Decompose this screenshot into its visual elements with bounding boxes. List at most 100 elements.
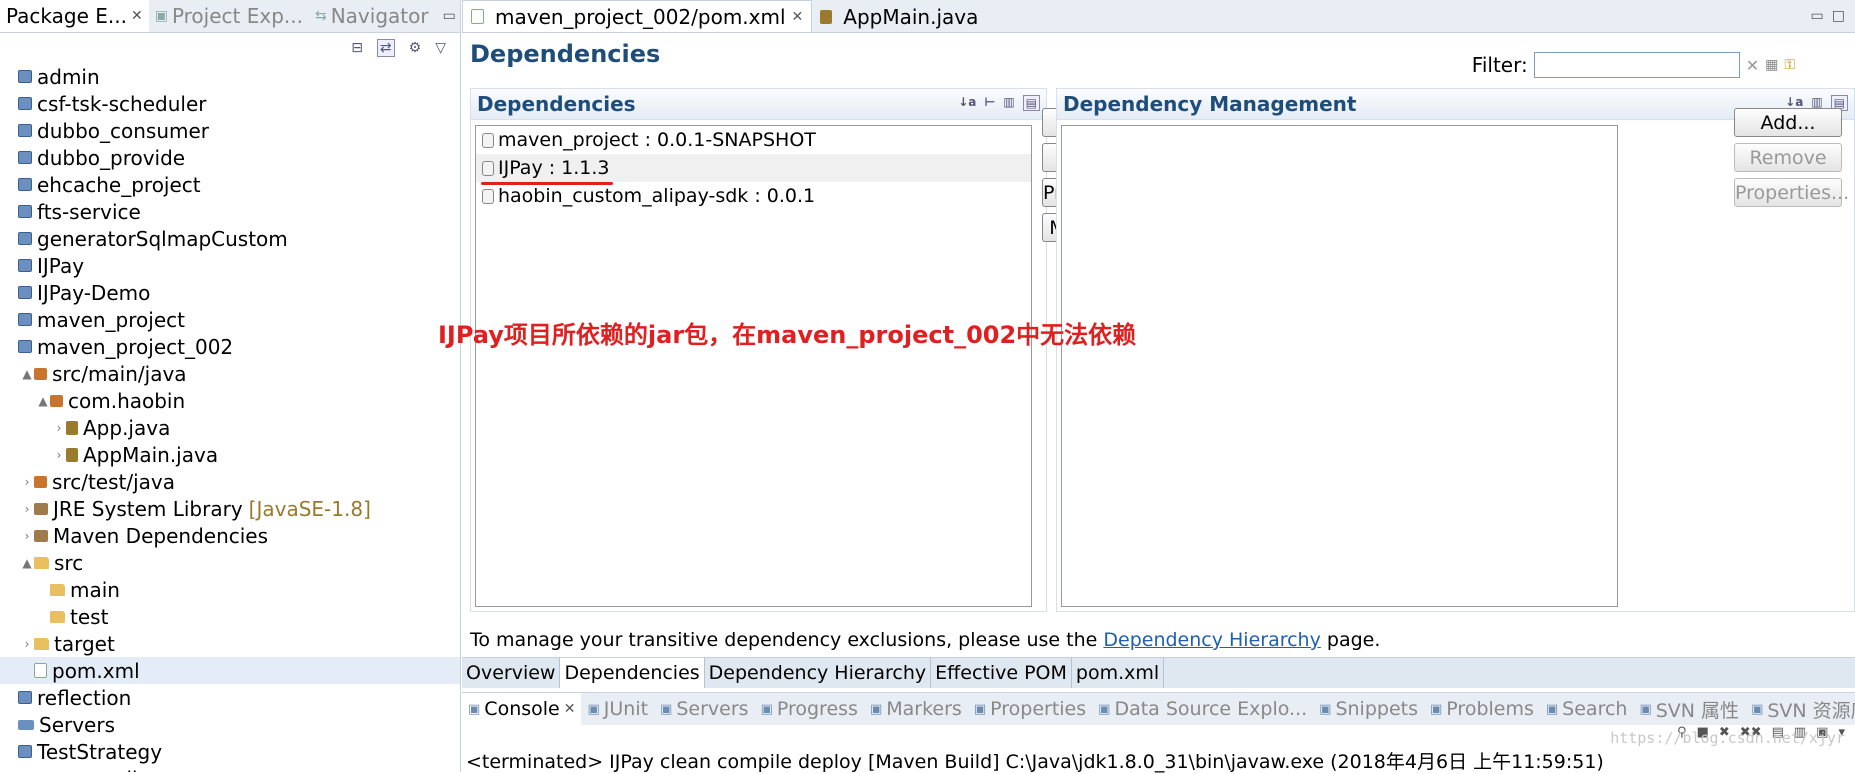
console-tab[interactable]: ▣ Markers: [864, 698, 968, 720]
console-tab[interactable]: ▣ JUnit: [581, 698, 654, 720]
expand-arrow-icon[interactable]: ›: [20, 529, 34, 543]
tab-pom-xml[interactable]: maven_project_002/pom.xml ✕: [462, 0, 813, 32]
tree-item[interactable]: dubbo_provide: [0, 144, 460, 171]
dependencies-list[interactable]: maven_project : 0.0.1-SNAPSHOT IJPay : 1.…: [475, 125, 1032, 607]
tree-item[interactable]: Servers: [0, 711, 460, 738]
add-button[interactable]: Add...: [1734, 108, 1842, 137]
console-tab[interactable]: ▣ Servers: [654, 698, 755, 720]
console-tab[interactable]: ▣ Search: [1540, 698, 1634, 720]
tree-item-label: Maven Dependencies: [53, 523, 269, 548]
tree-item[interactable]: › Maven Dependencies: [0, 522, 460, 549]
tree-item[interactable]: › JRE System Library [JavaSE-1.8]: [0, 495, 460, 522]
dependency-label: haobin_custom_alipay-sdk : 0.0.1: [498, 185, 816, 207]
console-tab[interactable]: ▣ Data Source Explo...: [1092, 698, 1313, 720]
tab-appmain-java[interactable]: AppMain.java: [812, 1, 986, 32]
view-icon: ▣: [973, 701, 987, 717]
console-tab[interactable]: ▣SVN 资源库: [1745, 696, 1855, 723]
dependency-row[interactable]: IJPay : 1.1.3: [476, 154, 1031, 182]
tree-item[interactable]: reflection: [0, 684, 460, 711]
minimize-icon[interactable]: ▭: [435, 8, 460, 24]
console-tab[interactable]: ▣ Progress: [755, 698, 864, 720]
maximize-icon[interactable]: □: [1832, 8, 1855, 24]
tree-item[interactable]: › target: [0, 630, 460, 657]
tree-item[interactable]: ehcache_project: [0, 171, 460, 198]
expand-arrow-icon[interactable]: ▲: [20, 556, 34, 570]
project-icon: [18, 286, 32, 299]
tree-item-label: src/main/java: [52, 361, 187, 386]
tree-item[interactable]: pom.xml: [0, 657, 460, 684]
tree-item[interactable]: fts-service: [0, 198, 460, 225]
console-tab[interactable]: ▣ Properties: [968, 698, 1092, 720]
tree-item[interactable]: maven_project_002: [0, 333, 460, 360]
columns-icon[interactable]: ▥: [1003, 95, 1014, 111]
console-tab-bar: ▣ Console ✕ ▣ JUnit ▣ Servers ▣ Progress ▣ Markers…: [462, 693, 1855, 725]
manage-note-suffix: page.: [1326, 629, 1381, 651]
folder-icon: [34, 556, 49, 569]
tree-item[interactable]: dubbo_consumer: [0, 117, 460, 144]
dependency-management-list[interactable]: [1061, 125, 1618, 607]
project-icon: [18, 313, 32, 326]
console-tab-label: JUnit: [603, 698, 649, 720]
expand-arrow-icon[interactable]: ▲: [36, 394, 50, 408]
filter-input[interactable]: [1533, 52, 1740, 78]
tab-package-explorer[interactable]: Package E... ✕: [0, 0, 149, 32]
tree-item[interactable]: IJPay-Demo: [0, 279, 460, 306]
close-icon[interactable]: ✕: [564, 701, 576, 717]
dependency-row[interactable]: maven_project : 0.0.1-SNAPSHOT: [476, 126, 1031, 154]
tree-item-label: Servers: [39, 712, 116, 737]
tab-navigator[interactable]: ⇆ Navigator: [309, 0, 435, 32]
page-tab[interactable]: Effective POM: [931, 658, 1072, 688]
expand-arrow-icon[interactable]: ›: [52, 448, 66, 462]
tree-item[interactable]: ▲ src/main/java: [0, 360, 460, 387]
remove-button[interactable]: Remove: [1734, 143, 1842, 172]
dependency-hierarchy-link[interactable]: Dependency Hierarchy: [1103, 629, 1320, 651]
page-tab[interactable]: Dependencies: [560, 658, 705, 688]
close-icon[interactable]: ✕: [792, 9, 804, 25]
link-icon[interactable]: ⚿: [1784, 57, 1795, 73]
help-icon[interactable]: ▦: [1765, 57, 1778, 73]
collapse-all-icon[interactable]: ⊟: [351, 40, 363, 56]
tree-item[interactable]: test: [0, 603, 460, 630]
tree-item[interactable]: maven_project: [0, 306, 460, 333]
tree-item[interactable]: wxpay-sdk: [0, 765, 460, 773]
link-with-editor-icon[interactable]: ⇄: [376, 39, 395, 57]
expand-arrow-icon[interactable]: ›: [20, 502, 34, 516]
project-icon: [18, 205, 32, 218]
tree-item[interactable]: › src/test/java: [0, 468, 460, 495]
toggle-view-icon[interactable]: ▤: [1022, 95, 1040, 111]
console-output-line: <terminated> IJPay clean compile deploy …: [466, 751, 1604, 773]
expand-arrow-icon[interactable]: ›: [20, 475, 34, 489]
expand-arrow-icon[interactable]: ›: [52, 421, 66, 435]
tree-item[interactable]: › AppMain.java: [0, 441, 460, 468]
tree-item[interactable]: main: [0, 576, 460, 603]
console-tab[interactable]: ▣ SVN 属性: [1633, 696, 1745, 723]
filter-icon[interactable]: ⚙: [409, 40, 422, 56]
dependency-row[interactable]: haobin_custom_alipay-sdk : 0.0.1: [476, 182, 1031, 210]
tab-project-explorer[interactable]: ▣ Project Exp...: [149, 0, 309, 32]
tree-item[interactable]: › App.java: [0, 414, 460, 441]
sort-icon[interactable]: ↓a: [958, 95, 976, 111]
console-tab-label: SVN 属性: [1655, 699, 1740, 722]
tree-item[interactable]: ▲ com.haobin: [0, 387, 460, 414]
expand-arrow-icon[interactable]: ▲: [20, 367, 34, 381]
clear-filter-icon[interactable]: ✕: [1746, 56, 1759, 75]
tree-item[interactable]: IJPay: [0, 252, 460, 279]
expand-arrow-icon[interactable]: ›: [20, 637, 34, 651]
page-tab[interactable]: Dependency Hierarchy: [705, 658, 932, 688]
view-menu-icon[interactable]: ▽: [435, 40, 446, 56]
console-tab[interactable]: ▣ Console ✕: [462, 693, 582, 725]
minimize-icon[interactable]: ▭: [1803, 8, 1832, 24]
project-icon: [18, 124, 32, 137]
tree-item[interactable]: generatorSqlmapCustom: [0, 225, 460, 252]
close-icon[interactable]: ✕: [131, 8, 143, 24]
tree-item[interactable]: TestStrategy: [0, 738, 460, 765]
console-tab[interactable]: ▣ Snippets: [1313, 698, 1424, 720]
properties-button[interactable]: Properties...: [1734, 178, 1849, 207]
tree-item[interactable]: admin: [0, 63, 460, 90]
tree-item[interactable]: ▲ src: [0, 549, 460, 576]
tree-item[interactable]: csf-tsk-scheduler: [0, 90, 460, 117]
tree-icon[interactable]: ⊢: [984, 95, 995, 111]
page-tab[interactable]: pom.xml: [1072, 658, 1165, 688]
page-tab[interactable]: Overview: [462, 658, 561, 688]
console-tab[interactable]: ▣ Problems: [1424, 698, 1540, 720]
